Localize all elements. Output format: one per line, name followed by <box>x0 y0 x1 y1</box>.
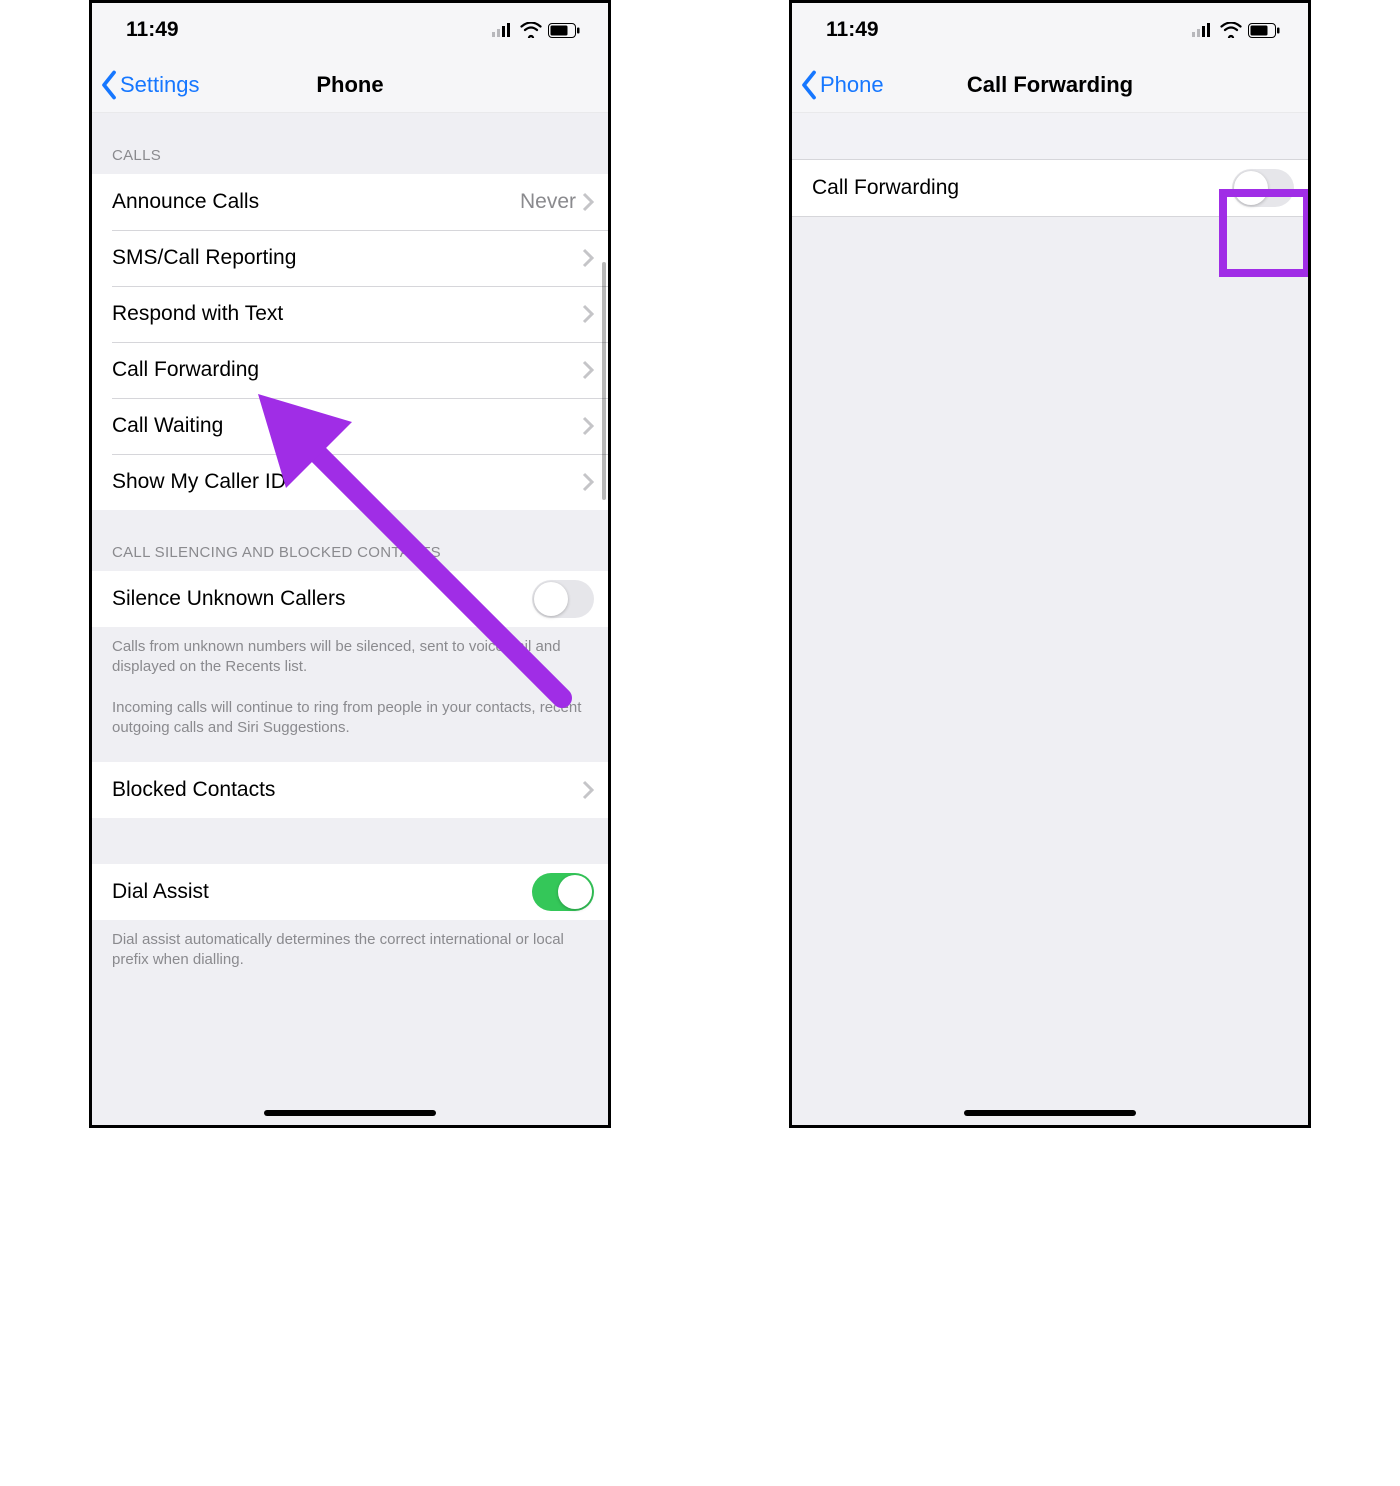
chevron-right-icon <box>582 360 594 380</box>
nav-bar: Phone Call Forwarding <box>792 57 1308 113</box>
wifi-icon <box>520 22 542 38</box>
status-bar: 11:49 <box>92 3 608 57</box>
home-indicator[interactable] <box>964 1110 1136 1116</box>
row-label: Show My Caller ID <box>112 470 582 494</box>
back-button-settings[interactable]: Settings <box>92 70 200 100</box>
phone-screen-right: 11:49 Phone Call Forwarding Call Forward… <box>789 0 1311 1128</box>
section-header-silencing: CALL SILENCING AND BLOCKED CONTACTS <box>92 510 608 571</box>
chevron-right-icon <box>582 780 594 800</box>
chevron-right-icon <box>582 304 594 324</box>
chevron-right-icon <box>582 416 594 436</box>
status-icons <box>492 22 580 38</box>
row-label: Call Forwarding <box>812 176 1232 200</box>
row-label: SMS/Call Reporting <box>112 246 582 270</box>
phone-screen-left: 11:49 Settings Phone CALLS Announce Call… <box>89 0 611 1128</box>
footnote-silence-2: Incoming calls will continue to ring fro… <box>92 688 608 749</box>
row-label: Respond with Text <box>112 302 582 326</box>
row-value: Never <box>520 190 576 214</box>
row-call-waiting[interactable]: Call Waiting <box>92 398 608 454</box>
row-call-forwarding-toggle: Call Forwarding <box>792 160 1308 216</box>
chevron-right-icon <box>582 192 594 212</box>
section-header-calls: CALLS <box>92 113 608 174</box>
chevron-right-icon <box>582 472 594 492</box>
row-label: Call Waiting <box>112 414 582 438</box>
row-announce-calls[interactable]: Announce Calls Never <box>92 174 608 230</box>
chevron-left-icon <box>798 70 820 100</box>
row-label: Call Forwarding <box>112 358 582 382</box>
back-label: Settings <box>120 72 200 98</box>
row-respond-with-text[interactable]: Respond with Text <box>92 286 608 342</box>
row-call-forwarding[interactable]: Call Forwarding <box>92 342 608 398</box>
row-silence-unknown-callers: Silence Unknown Callers <box>92 571 608 627</box>
row-label: Silence Unknown Callers <box>112 587 532 611</box>
toggle-dial-assist[interactable] <box>532 873 594 911</box>
battery-icon <box>1248 23 1280 38</box>
scrollbar-thumb[interactable] <box>602 262 606 500</box>
row-sms-call-reporting[interactable]: SMS/Call Reporting <box>92 230 608 286</box>
nav-bar: Settings Phone <box>92 57 608 113</box>
row-label: Dial Assist <box>112 880 532 904</box>
row-dial-assist: Dial Assist <box>92 864 608 920</box>
row-show-my-caller-id[interactable]: Show My Caller ID <box>92 454 608 510</box>
back-label: Phone <box>820 72 884 98</box>
signal-icon <box>492 23 514 37</box>
wifi-icon <box>1220 22 1242 38</box>
footnote-silence-1: Calls from unknown numbers will be silen… <box>92 627 608 688</box>
home-indicator[interactable] <box>264 1110 436 1116</box>
chevron-left-icon <box>98 70 120 100</box>
toggle-silence-unknown[interactable] <box>532 580 594 618</box>
back-button-phone[interactable]: Phone <box>792 70 884 100</box>
footnote-dial-assist: Dial assist automatically determines the… <box>92 920 608 981</box>
chevron-right-icon <box>582 248 594 268</box>
status-time: 11:49 <box>126 18 179 42</box>
status-time: 11:49 <box>826 18 879 42</box>
row-label: Announce Calls <box>112 190 520 214</box>
status-bar: 11:49 <box>792 3 1308 57</box>
status-icons <box>1192 22 1280 38</box>
signal-icon <box>1192 23 1214 37</box>
row-label: Blocked Contacts <box>112 778 582 802</box>
row-blocked-contacts[interactable]: Blocked Contacts <box>92 762 608 818</box>
toggle-call-forwarding[interactable] <box>1232 169 1294 207</box>
battery-icon <box>548 23 580 38</box>
